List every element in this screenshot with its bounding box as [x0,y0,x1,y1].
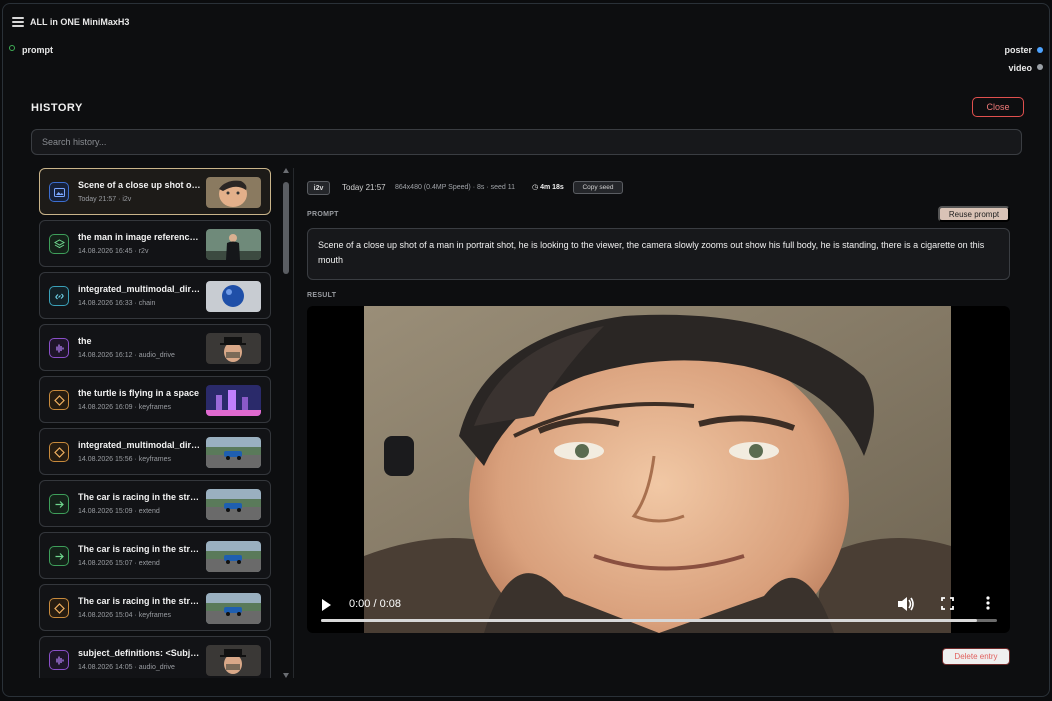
video-controls: 0:00 / 0:08 [307,583,1010,633]
history-item-thumbnail [206,645,261,676]
play-icon[interactable] [322,599,331,611]
history-item-thumbnail [206,541,261,572]
history-item-thumbnail [206,333,261,364]
history-item-title: the [78,336,92,346]
top-bar: ALL in ONE MiniMaxH3 [3,4,1049,44]
history-item-meta: 14.08.2026 14:05 · audio_drive [78,664,175,671]
history-panel: HISTORY Close Scene of a close up shot o… [28,93,1027,685]
history-scrollbar[interactable] [283,168,289,678]
history-item-title: integrated_multimodal_director [78,440,203,450]
panel-divider [293,168,294,678]
history-item[interactable]: subject_definitions: <Subject> 14.08.2026… [39,636,271,678]
history-item[interactable]: integrated_multimodal_director 14.08.2026… [39,272,271,319]
layers-icon [49,234,69,254]
link-icon [49,286,69,306]
history-item[interactable]: the 14.08.2026 16:12 · audio_drive [39,324,271,371]
prompt-section-label: PROMPT [307,211,339,218]
arrow-right-icon [49,494,69,514]
history-title: HISTORY [31,102,83,114]
history-item-thumbnail [206,593,261,624]
delete-entry-button[interactable]: Delete entry [942,648,1010,665]
history-item-title: the man in image reference walks [78,232,203,242]
history-item-thumbnail [206,385,261,416]
image-icon [49,182,69,202]
prompt-input-label: prompt [22,45,53,55]
mode-badge: i2v [307,181,330,195]
history-item[interactable]: the turtle is flying in a space 14.08.202… [39,376,271,423]
video-time: 0:00 / 0:08 [349,598,401,610]
history-item[interactable]: The car is racing in the street 14.08.202… [39,532,271,579]
arrow-right-icon [49,546,69,566]
video-output-port-icon[interactable] [1037,64,1043,70]
history-item-title: The car is racing in the street [78,492,203,502]
history-item[interactable]: Scene of a close up shot of a man in por… [39,168,271,215]
diamond-icon [49,442,69,462]
menu-icon[interactable] [12,17,24,27]
volume-icon[interactable] [897,596,915,612]
waveform-icon [49,650,69,670]
more-options-icon[interactable] [986,596,990,610]
detail-time: Today 21:57 [342,183,386,192]
history-item[interactable]: The car is racing in the street 14.08.202… [39,584,271,631]
video-progress-fill [321,619,977,622]
history-list: Scene of a close up shot of a man in por… [38,168,272,678]
history-item-thumbnail [206,437,261,468]
history-item-meta: 14.08.2026 16:09 · keyframes [78,404,172,411]
poster-output-label: poster [1004,45,1032,55]
history-item-meta: 14.08.2026 16:45 · r2v [78,248,149,255]
result-video-player[interactable]: 0:00 / 0:08 [307,306,1010,633]
prompt-input-port-icon[interactable] [9,45,15,51]
history-item-meta: 14.08.2026 15:56 · keyframes [78,456,172,463]
history-item-meta: 14.08.2026 16:12 · audio_drive [78,352,175,359]
video-progress-bar[interactable] [321,619,997,622]
waveform-icon [49,338,69,358]
copy-seed-button[interactable]: Copy seed [573,181,623,194]
history-item[interactable]: integrated_multimodal_director 14.08.2026… [39,428,271,475]
detail-duration: ◷ 4m 18s [532,183,564,191]
video-output-label: video [1008,63,1032,73]
history-item-meta: 14.08.2026 16:33 · chain [78,300,156,307]
history-item-title: Scene of a close up shot of a man in por… [78,180,203,190]
diamond-icon [49,598,69,618]
scroll-down-icon[interactable] [283,673,289,678]
reuse-prompt-button[interactable]: Reuse prompt [938,206,1010,222]
diamond-icon [49,390,69,410]
close-button[interactable]: Close [972,97,1024,117]
history-item-thumbnail [206,177,261,208]
poster-output-port-icon[interactable] [1037,47,1043,53]
history-item-thumbnail [206,489,261,520]
history-item-title: integrated_multimodal_director [78,284,203,294]
history-item-meta: 14.08.2026 15:09 · extend [78,508,160,515]
history-item-meta: 14.08.2026 15:07 · extend [78,560,160,567]
fullscreen-icon[interactable] [941,597,954,610]
app-window: ALL in ONE MiniMaxH3 prompt poster video… [2,3,1050,697]
clock-icon: ◷ [532,184,539,191]
scroll-thumb[interactable] [283,182,289,274]
history-item-title: The car is racing in the street [78,596,203,606]
history-item[interactable]: the man in image reference walks 14.08.20… [39,220,271,267]
scroll-up-icon[interactable] [283,168,289,173]
prompt-text: Scene of a close up shot of a man in por… [307,228,1010,280]
history-item-title: the turtle is flying in a space [78,388,200,398]
duration-value: 4m 18s [540,184,564,191]
result-section-label: RESULT [307,292,337,299]
history-item-thumbnail [206,229,261,260]
history-item-meta: 14.08.2026 15:04 · keyframes [78,612,172,619]
history-item-title: subject_definitions: <Subject> [78,648,203,658]
history-item[interactable]: The car is racing in the street 14.08.202… [39,480,271,527]
history-item-meta: Today 21:57 · i2v [78,196,132,203]
app-title: ALL in ONE MiniMaxH3 [30,17,130,27]
history-item-thumbnail [206,281,261,312]
history-item-title: The car is racing in the street [78,544,203,554]
detail-spec: 864x480 (0.4MP Speed) · 8s · seed 11 [395,184,515,191]
search-input[interactable] [31,129,1022,155]
